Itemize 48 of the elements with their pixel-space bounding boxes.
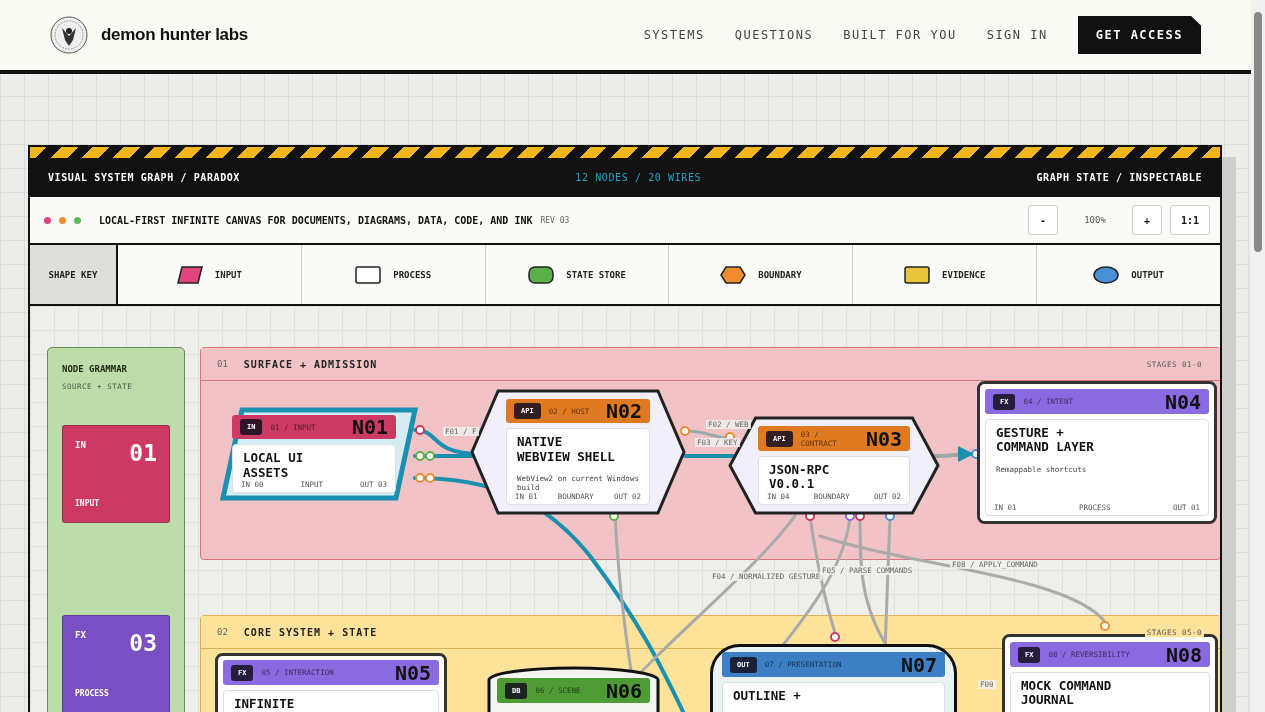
card-label: INPUT xyxy=(75,499,101,508)
node-title: NATIVE WEBVIEW SHELL xyxy=(516,435,616,464)
node-id: N06 xyxy=(605,678,642,703)
node-id: N04 xyxy=(1164,389,1201,414)
shape-key-item: INPUT xyxy=(214,269,242,280)
zoom-in-button[interactable]: + xyxy=(1132,205,1162,235)
zoom-out-button[interactable]: - xyxy=(1028,205,1058,235)
nav-link[interactable]: SIGN IN xyxy=(986,28,1048,42)
nav-link[interactable]: SYSTEMS xyxy=(643,28,705,42)
node-title: MOCK COMMAND JOURNAL xyxy=(1020,679,1113,708)
graph-count: 12 NODES / 20 WIRES xyxy=(575,172,702,183)
shape-key-item: OUTPUT xyxy=(1131,269,1164,280)
node-title: GESTURE + COMMAND LAYER xyxy=(995,426,1095,455)
brand-name[interactable]: demon hunter labs xyxy=(101,25,248,45)
zoom-level: 100% xyxy=(1083,215,1107,225)
node-title: OUTLINE + xyxy=(732,689,802,704)
card-tag: FX xyxy=(75,630,130,640)
reset-zoom-button[interactable]: 1:1 xyxy=(1170,205,1210,235)
card-tag: IN xyxy=(75,440,130,450)
graph-name: VISUAL SYSTEM GRAPH / PARADOX xyxy=(48,172,240,183)
shape-key-item: BOUNDARY xyxy=(758,269,802,280)
shape-key-label: SHAPE KEY xyxy=(30,245,118,304)
get-access-button[interactable]: GET ACCESS xyxy=(1077,16,1201,54)
canvas-title: LOCAL-FIRST INFINITE CANVAS FOR DOCUMENTS, DIAGRAMS, DATA, CODE, AND INK xyxy=(99,214,533,226)
nav-link[interactable]: QUESTIONS xyxy=(734,28,814,42)
node-title: INFINITE xyxy=(233,697,296,712)
node-id: N08 xyxy=(1165,642,1202,667)
shape-key-item: STATE STORE xyxy=(566,269,626,280)
node-id: N01 xyxy=(351,415,388,440)
nav-link[interactable]: BUILT FOR YOU xyxy=(843,28,957,42)
group-index: 02 xyxy=(217,627,228,637)
revision-label: REV 03 xyxy=(540,215,570,225)
node-id: N03 xyxy=(865,426,902,451)
card-number: 01 xyxy=(129,440,157,468)
shape-key-item: PROCESS xyxy=(393,269,432,280)
card-label: PROCESS xyxy=(75,689,110,698)
group-title: SURFACE + ADMISSION xyxy=(243,358,378,370)
group-index: 01 xyxy=(217,359,228,369)
node-id: N07 xyxy=(900,652,937,677)
graph-state: GRAPH STATE / INSPECTABLE xyxy=(1036,172,1202,183)
shape-key-item: EVIDENCE xyxy=(942,269,986,280)
grammar-title: NODE GRAMMAR xyxy=(62,364,129,374)
node-id: N05 xyxy=(394,660,431,685)
node-title: JSON-RPC V0.0.1 xyxy=(768,463,831,492)
card-number: 03 xyxy=(129,630,157,658)
node-title: LOCAL UI ASSETS xyxy=(242,451,305,480)
group-title: CORE SYSTEM + STATE xyxy=(243,626,378,638)
node-id: N02 xyxy=(605,399,642,424)
